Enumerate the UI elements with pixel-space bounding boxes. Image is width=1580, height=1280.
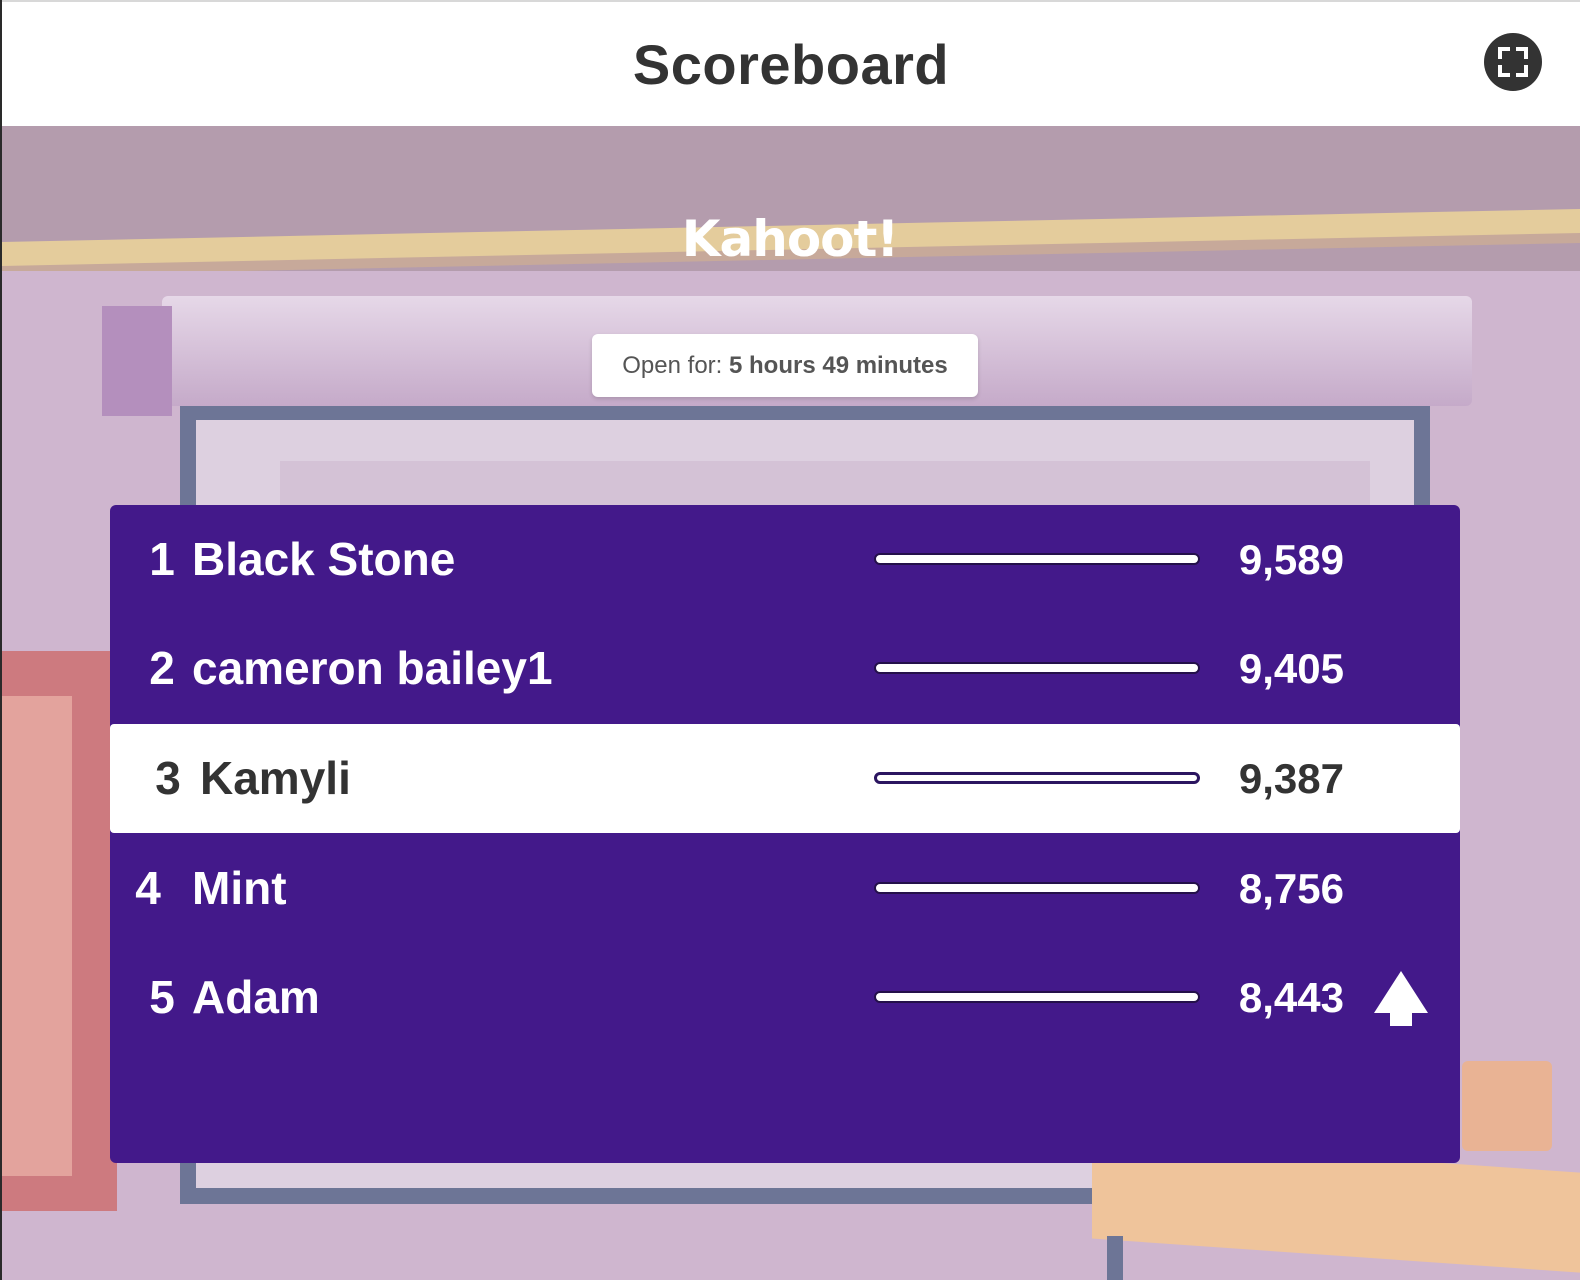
score-bar [874, 991, 1200, 1003]
header-bar: Scoreboard [2, 0, 1580, 126]
cabinet-panel [2, 696, 72, 1176]
scoreboard-row: 1 Black Stone 9,589 [110, 505, 1460, 614]
player-rank: 2 [149, 642, 175, 694]
open-for-badge: Open for: 5 hours 49 minutes [592, 334, 978, 397]
score-bar [874, 772, 1200, 784]
fullscreen-button[interactable] [1484, 33, 1542, 91]
player-score: 9,405 [1238, 645, 1344, 692]
score-bar [874, 882, 1200, 894]
shelf [1462, 1061, 1552, 1151]
player-rank: 3 [155, 752, 181, 804]
player-rank: 1 [149, 533, 175, 585]
open-for-label: Open for: [622, 352, 723, 379]
projector-roller-cap [102, 306, 172, 416]
projector-screen-band [280, 461, 1370, 511]
scoreboard-row-highlighted: 3 Kamyli 9,387 [110, 724, 1460, 833]
player-rank: 4 [135, 862, 161, 914]
scoreboard-row: 5 Adam 8,443 [110, 943, 1460, 1052]
player-name: Black Stone [192, 533, 456, 585]
player-score: 9,387 [1238, 755, 1344, 802]
kahoot-logo: Kahoot! [681, 210, 900, 268]
player-score: 8,443 [1238, 974, 1344, 1021]
player-rank: 5 [149, 971, 175, 1023]
arrow-up-icon [1374, 971, 1428, 1026]
scoreboard-row: 4 Mint 8,756 [110, 834, 1460, 943]
desk-leg [1107, 1236, 1123, 1280]
scoreboard-row: 2 cameron bailey1 9,405 [110, 614, 1460, 723]
player-name: cameron bailey1 [192, 642, 553, 694]
scoreboard-panel: 1 Black Stone 9,589 2 cameron bailey1 9,… [110, 505, 1460, 1163]
player-score: 8,756 [1238, 865, 1344, 912]
player-name: Kamyli [200, 752, 351, 804]
player-name: Mint [192, 862, 287, 914]
score-bar [874, 553, 1200, 565]
player-score: 9,589 [1238, 536, 1344, 583]
page-title: Scoreboard [632, 33, 950, 96]
player-name: Adam [192, 971, 320, 1023]
fullscreen-icon [1498, 47, 1528, 77]
open-for-value: 5 hours 49 minutes [729, 352, 948, 379]
score-bar [874, 662, 1200, 674]
